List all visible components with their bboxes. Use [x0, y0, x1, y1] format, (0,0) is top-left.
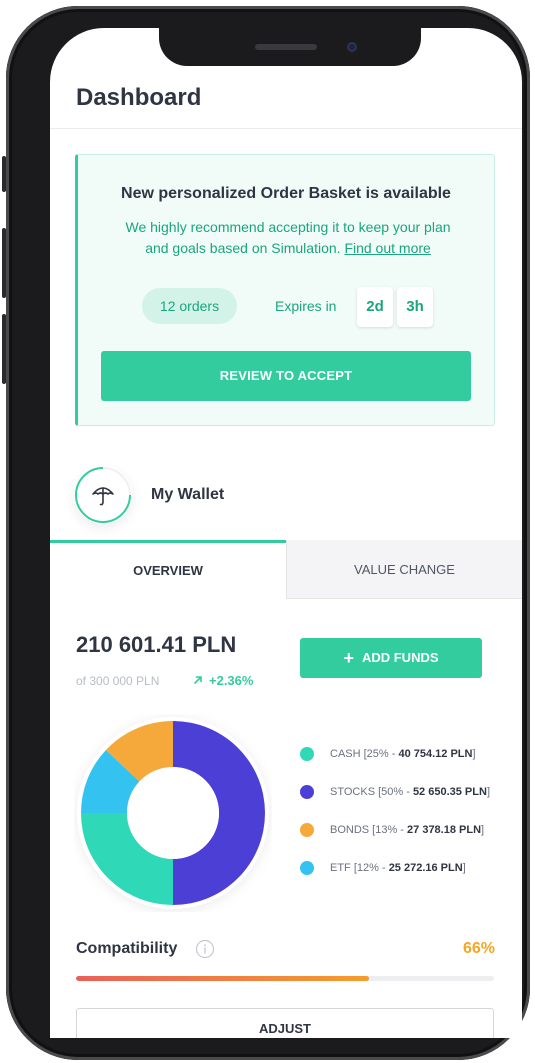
legend-dot-cash — [300, 747, 314, 761]
add-funds-label: ADD FUNDS — [361, 650, 439, 665]
legend-text-bonds: BONDS [13% - 27 378.18 PLN] — [330, 824, 485, 836]
allocation-donut-chart — [77, 717, 269, 909]
orders-count-badge: 12 orders — [142, 288, 237, 324]
compatibility-value: 66% — [462, 940, 495, 957]
tab-value-change[interactable]: VALUE CHANGE — [286, 540, 522, 599]
donut-hole — [127, 767, 219, 859]
legend-text-stocks: STOCKS [50% - 52 650.35 PLN] — [330, 786, 490, 798]
plus-icon: + — [343, 648, 354, 668]
wallet-balance: 210 601.41 PLN — [76, 632, 237, 657]
wallet-tabs: OVERVIEW VALUE CHANGE — [50, 540, 522, 599]
volume-down-button — [2, 314, 6, 384]
basket-description: We highly recommend accepting it to keep… — [98, 217, 478, 259]
umbrella-icon — [92, 487, 114, 506]
basket-title: New personalized Order Basket is availab… — [121, 185, 451, 202]
legend-item-cash: CASH [25% - 40 754.12 PLN] — [300, 745, 522, 783]
page-title: Dashboard — [76, 84, 202, 111]
allocation-legend: CASH [25% - 40 754.12 PLN] STOCKS [50% -… — [300, 745, 522, 897]
legend-item-stocks: STOCKS [50% - 52 650.35 PLN] — [300, 783, 522, 821]
tab-overview[interactable]: OVERVIEW — [50, 540, 286, 599]
speaker — [255, 44, 317, 50]
info-icon[interactable] — [195, 939, 215, 959]
phone-frame: Dashboard New personalized Order Basket … — [2, 6, 530, 1060]
compatibility-progress-bar — [76, 976, 494, 981]
phone-notch — [159, 28, 421, 66]
side-button — [2, 156, 6, 192]
basket-text-line2: and goals based on Simulation. — [145, 240, 341, 256]
wallet-change: +2.36% — [193, 673, 253, 688]
volume-up-button — [2, 228, 6, 298]
legend-text-cash: CASH [25% - 40 754.12 PLN] — [330, 748, 476, 760]
wallet-change-value: +2.36% — [209, 673, 254, 688]
legend-dot-etf — [300, 861, 314, 875]
order-basket-card: New personalized Order Basket is availab… — [75, 154, 495, 426]
wallet-title: My Wallet — [151, 486, 225, 503]
app-screen: Dashboard New personalized Order Basket … — [50, 28, 522, 1038]
review-to-accept-button[interactable]: REVIEW TO ACCEPT — [101, 351, 471, 401]
compatibility-label: Compatibility — [76, 940, 178, 957]
arrow-up-right-icon — [194, 676, 202, 684]
expires-days: 2d — [357, 287, 393, 327]
legend-text-etf: ETF [12% - 25 272.16 PLN] — [330, 862, 466, 874]
legend-dot-stocks — [300, 785, 314, 799]
compatibility-progress-fill — [76, 976, 369, 981]
wallet-target: of 300 000 PLN — [76, 674, 160, 688]
add-funds-button[interactable]: + ADD FUNDS — [300, 638, 482, 678]
adjust-button[interactable]: ADJUST — [76, 1008, 494, 1038]
legend-item-bonds: BONDS [13% - 27 378.18 PLN] — [300, 821, 522, 859]
find-out-more-link[interactable]: Find out more — [344, 240, 430, 256]
legend-dot-bonds — [300, 823, 314, 837]
expires-hours: 3h — [397, 287, 433, 327]
basket-text-line1: We highly recommend accepting it to keep… — [125, 219, 451, 235]
legend-item-etf: ETF [12% - 25 272.16 PLN] — [300, 859, 522, 897]
expires-label: Expires in — [275, 298, 337, 314]
front-camera — [347, 42, 357, 52]
wallet-avatar[interactable] — [74, 466, 132, 524]
